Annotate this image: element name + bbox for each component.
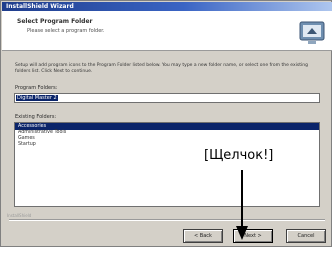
list-item[interactable]: Accessories (15, 123, 319, 130)
click-callout: [Щелчок!] (204, 148, 274, 163)
header-title: Select Program Folder (17, 18, 93, 25)
back-button[interactable]: < Back (183, 229, 223, 243)
program-folder-label: Program Folders: (15, 85, 58, 91)
header-subtitle: Please select a program folder. (27, 28, 105, 34)
program-folder-value: Digital Master 2 (16, 95, 58, 101)
cancel-button[interactable]: Cancel (286, 229, 326, 243)
installer-computer-icon (299, 21, 325, 44)
intro-text: Setup will add program icons to the Prog… (15, 63, 308, 74)
program-folder-input[interactable]: Digital Master 2 (14, 93, 320, 103)
title-bar[interactable]: InstallShield Wizard (2, 2, 332, 11)
existing-folders-label: Existing Folders: (15, 114, 57, 120)
list-item[interactable]: Startup (15, 142, 319, 148)
footer-divider (9, 219, 325, 221)
footer-brand: InstallShield (7, 213, 32, 218)
existing-folders-list[interactable]: Accessories Administrative Tools Games S… (14, 122, 320, 207)
window-title: InstallShield Wizard (6, 3, 74, 10)
arrow-down-icon (236, 170, 248, 240)
installer-window: InstallShield Wizard Select Program Fold… (0, 0, 332, 247)
wizard-header: Select Program Folder Please select a pr… (2, 11, 332, 51)
